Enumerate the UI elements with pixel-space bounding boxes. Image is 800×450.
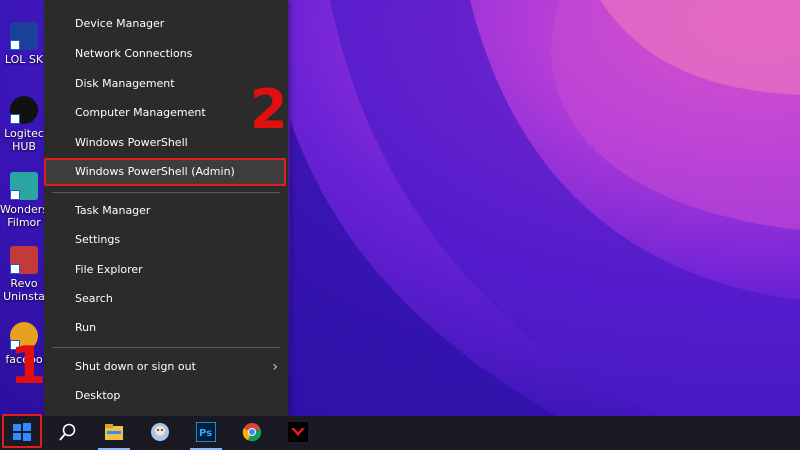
menu-item-label: Desktop [75,389,121,402]
logitech-app-icon [10,96,38,124]
desktop-icon-revo[interactable]: Revo Uninsta [0,246,48,303]
menu-separator [52,347,280,348]
chrome-icon [242,423,262,442]
menu-item-label: Device Manager [75,17,165,30]
desktop-icon-lol[interactable]: LOL SK [0,22,48,66]
desktop-icon-label: Revo Uninsta [3,277,45,303]
menu-item-desktop[interactable]: Desktop [44,382,288,410]
step-marker-1: 1 [10,336,47,396]
menu-item-label: Settings [75,233,121,246]
lol-app-icon [10,22,38,50]
menu-item-settings[interactable]: Settings [44,226,288,254]
menu-item-label: Computer Management [75,106,206,119]
menu-item-file-explorer[interactable]: File Explorer [44,256,288,284]
revo-app-icon [10,246,38,274]
search-icon [59,423,76,441]
taskbar-file-explorer[interactable] [92,416,136,450]
menu-separator [52,192,280,193]
desktop-icon-label: Logitec HUB [4,127,44,153]
menu-item-device-manager[interactable]: Device Manager [44,10,288,38]
photoshop-icon: Ps [196,422,216,442]
menu-item-windows-powershell-admin[interactable]: Windows PowerShell (Admin) [44,158,286,186]
desktop-icon-filmora[interactable]: Wonders Filmor [0,172,48,229]
menu-item-label: File Explorer [75,263,143,276]
start-button-highlight [2,414,42,448]
desktop-icon-label: Wonders Filmor [0,203,48,229]
menu-item-network-connections[interactable]: Network Connections [44,40,288,68]
desktop-icon-logitech[interactable]: Logitec HUB [0,96,48,153]
svg-text:Ps: Ps [199,428,212,439]
menu-item-shut-down-or-sign-out[interactable]: Shut down or sign out › [44,353,288,381]
file-explorer-icon [105,424,123,440]
menu-item-label: Shut down or sign out [75,360,196,373]
app-avatar-icon [151,423,169,441]
filmora-app-icon [10,172,38,200]
menu-item-search[interactable]: Search [44,285,288,313]
menu-item-label: Run [75,321,97,334]
menu-item-label: Windows PowerShell [75,136,188,149]
taskbar-search-button[interactable] [46,416,90,450]
menu-item-label: Task Manager [75,204,151,217]
menu-item-task-manager[interactable]: Task Manager [44,197,288,225]
game-app-icon [288,422,308,442]
taskbar: Ps [0,416,800,450]
winx-context-menu: Device Manager Network Connections Disk … [44,0,288,416]
taskbar-game-app[interactable] [276,416,320,450]
step-marker-2: 2 [250,78,288,141]
menu-item-label: Network Connections [75,47,193,60]
chevron-right-icon: › [272,359,278,375]
menu-item-label: Windows PowerShell (Admin) [75,165,235,178]
menu-item-run[interactable]: Run [44,314,288,342]
taskbar-app-avatar[interactable] [138,416,182,450]
taskbar-chrome[interactable] [230,416,274,450]
menu-item-label: Disk Management [75,77,175,90]
taskbar-photoshop[interactable]: Ps [184,416,228,450]
menu-item-label: Search [75,292,113,305]
desktop-icon-label: LOL SK [4,53,44,66]
